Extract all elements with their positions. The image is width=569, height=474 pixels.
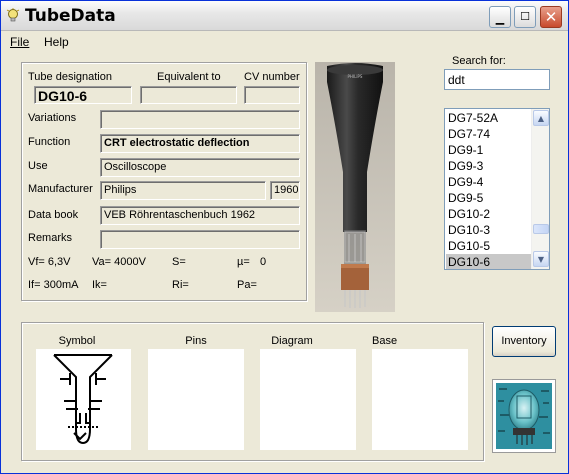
tube-list-item[interactable]: DG9-4	[446, 174, 531, 190]
app-logo	[492, 379, 556, 453]
symbol-caption: Symbol	[58, 335, 96, 347]
menu-file[interactable]: File	[10, 35, 29, 49]
app-window: TubeData ▁ ☐ ✕ File Help Tube designatio…	[0, 0, 569, 474]
designation-label: Tube designation	[28, 71, 112, 83]
ik-value: Ik=	[92, 279, 107, 291]
minimize-icon: ▁	[495, 12, 505, 25]
va-value: Va= 4000V	[92, 256, 146, 268]
chevron-down-icon: ▼	[537, 255, 545, 264]
tube-list-item[interactable]: DG10-6	[446, 254, 531, 269]
manufacturer-label: Manufacturer	[28, 183, 93, 195]
remarks-field[interactable]	[100, 230, 300, 249]
close-button[interactable]: ✕	[540, 6, 562, 28]
vf-value: Vf= 6,3V	[28, 256, 71, 268]
cv-number-label: CV number	[244, 71, 300, 83]
scroll-up-button[interactable]: ▲	[533, 110, 549, 126]
list-scrollbar[interactable]: ▲ ▼	[531, 109, 549, 269]
menu-bar: File Help	[1, 32, 568, 52]
inventory-button[interactable]: Inventory	[492, 326, 556, 357]
mu-label: µ=	[237, 256, 250, 268]
tube-logo-icon	[496, 383, 552, 449]
year-field[interactable]: 1960	[270, 181, 300, 200]
base-panel	[372, 349, 468, 450]
crt-tube-image: PHILIPS	[315, 62, 395, 312]
base-caption: Base	[372, 335, 398, 347]
ri-value: Ri=	[172, 279, 189, 291]
search-label: Search for:	[452, 55, 506, 67]
tube-list-item[interactable]: DG9-1	[446, 142, 531, 158]
databook-label: Data book	[28, 209, 79, 221]
title-bar[interactable]: TubeData ▁ ☐ ✕	[1, 1, 568, 31]
use-field[interactable]: Oscilloscope	[100, 158, 300, 177]
function-field[interactable]: CRT electrostatic deflection	[100, 134, 300, 153]
tube-list-item[interactable]: DG9-5	[446, 190, 531, 206]
tube-list-item[interactable]: DG9-3	[446, 158, 531, 174]
minimize-button[interactable]: ▁	[489, 6, 511, 28]
tube-list-item[interactable]: DG7-74	[446, 126, 531, 142]
chevron-up-icon: ▲	[537, 114, 545, 123]
tube-list-item[interactable]: DG10-5	[446, 238, 531, 254]
tube-listbox[interactable]: DG7-52A DG7-74 DG9-1 DG9-3 DG9-4 DG9-5 DG10-2 D…	[444, 108, 550, 270]
menu-help[interactable]: Help	[44, 35, 69, 49]
s-value: S=	[172, 256, 186, 268]
maximize-button[interactable]: ☐	[514, 6, 536, 28]
menu-help-label: Help	[44, 35, 69, 49]
maximize-icon: ☐	[520, 10, 530, 23]
remarks-label: Remarks	[28, 232, 73, 244]
bulb-icon	[6, 8, 20, 22]
crt-symbol-icon	[53, 354, 113, 445]
tube-list-item[interactable]: DG10-2	[446, 206, 531, 222]
svg-text:PHILIPS: PHILIPS	[348, 74, 363, 79]
menu-file-label: File	[10, 35, 30, 49]
pa-value: Pa=	[237, 279, 257, 291]
scroll-thumb[interactable]	[533, 224, 549, 234]
window-title: TubeData	[25, 6, 116, 26]
equivalent-label: Equivalent to	[157, 71, 221, 83]
tube-list-item[interactable]: DG7-52A	[446, 110, 531, 126]
variations-label: Variations	[28, 112, 77, 124]
search-input[interactable]	[444, 69, 550, 90]
pins-caption: Pins	[185, 335, 207, 347]
if-value: If= 300mA	[28, 279, 79, 291]
tube-list-item[interactable]: DG10-3	[446, 222, 531, 238]
tube-photo: PHILIPS	[315, 62, 395, 312]
equivalent-field[interactable]	[140, 86, 237, 104]
diagram-caption: Diagram	[271, 335, 313, 347]
designation-field[interactable]: DG10-6	[34, 86, 132, 104]
symbol-panel	[36, 349, 131, 450]
diagram-panel	[260, 349, 356, 450]
pins-panel	[148, 349, 244, 450]
scroll-down-button[interactable]: ▼	[533, 251, 549, 267]
databook-field[interactable]: VEB Röhrentaschenbuch 1962	[100, 206, 300, 225]
manufacturer-field[interactable]: Philips	[100, 181, 266, 200]
use-label: Use	[28, 160, 48, 172]
function-label: Function	[28, 136, 71, 148]
cv-number-field[interactable]	[244, 86, 300, 104]
mu-value: 0	[260, 256, 267, 268]
variations-field[interactable]	[100, 110, 300, 129]
close-icon: ✕	[544, 8, 558, 26]
